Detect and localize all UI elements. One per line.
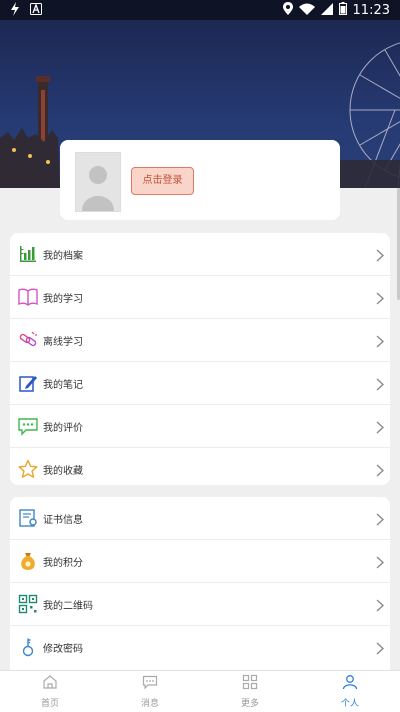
bolt-icon [10, 2, 20, 20]
qr-code-icon [17, 593, 39, 615]
tab-label: 更多 [240, 699, 259, 709]
menu-item-offline-study[interactable]: 离线学习 [10, 319, 390, 362]
profile-card: 点击登录 [60, 140, 340, 220]
avatar[interactable] [75, 152, 121, 212]
star-icon [17, 458, 39, 480]
tab-label: 首页 [40, 699, 59, 709]
battery-icon [338, 2, 347, 19]
chevron-right-icon [376, 640, 385, 659]
status-bar: 11:23 [0, 0, 400, 20]
bottom-tab-bar: 首页 消息 更多 个人 [0, 670, 400, 712]
menu-label: 我的学习 [43, 293, 83, 305]
tab-profile[interactable]: 个人 [300, 671, 400, 712]
book-icon [17, 286, 39, 308]
chevron-right-icon [376, 376, 385, 395]
menu-item-favorites[interactable]: 我的收藏 [10, 448, 390, 485]
menu-group-2: 证书信息 我的积分 我的二维码 修改密码 [10, 497, 390, 677]
menu-group-1: 我的档案 我的学习 离线学习 我的笔记 我的评价 我的收藏 [10, 233, 390, 485]
menu-label: 我的档案 [43, 250, 83, 262]
menu-item-qrcode[interactable]: 我的二维码 [10, 583, 390, 626]
chevron-right-icon [376, 462, 385, 481]
message-icon [142, 674, 158, 694]
menu-label: 离线学习 [43, 336, 83, 348]
menu-item-study[interactable]: 我的学习 [10, 276, 390, 319]
chevron-right-icon [376, 597, 385, 616]
menu-item-points[interactable]: 我的积分 [10, 540, 390, 583]
home-icon [42, 674, 58, 694]
comment-icon [17, 415, 39, 437]
login-button[interactable]: 点击登录 [131, 167, 194, 195]
menu-label: 我的收藏 [43, 465, 83, 477]
bar-chart-icon [17, 243, 39, 265]
menu-item-notes[interactable]: 我的笔记 [10, 362, 390, 405]
menu-item-archive[interactable]: 我的档案 [10, 233, 390, 276]
menu-item-reviews[interactable]: 我的评价 [10, 405, 390, 448]
a-badge-icon [30, 3, 42, 19]
wifi-icon [298, 3, 315, 19]
grid-icon [242, 674, 258, 694]
menu-label: 我的二维码 [43, 600, 93, 612]
status-time: 11:23 [352, 3, 390, 18]
menu-label: 我的笔记 [43, 379, 83, 391]
signal-icon [320, 2, 333, 19]
chevron-right-icon [376, 419, 385, 438]
menu-label: 修改密码 [43, 643, 83, 655]
chevron-right-icon [376, 247, 385, 266]
key-icon [17, 636, 39, 658]
note-edit-icon [17, 372, 39, 394]
chevron-right-icon [376, 554, 385, 573]
tab-label: 消息 [140, 699, 159, 709]
person-icon [342, 674, 358, 694]
chevron-right-icon [376, 290, 385, 309]
money-bag-icon [17, 550, 39, 572]
menu-item-password[interactable]: 修改密码 [10, 626, 390, 668]
menu-label: 证书信息 [43, 514, 83, 526]
tab-messages[interactable]: 消息 [100, 671, 200, 712]
tab-home[interactable]: 首页 [0, 671, 100, 712]
tab-more[interactable]: 更多 [200, 671, 300, 712]
menu-label: 我的积分 [43, 557, 83, 569]
chevron-right-icon [376, 333, 385, 352]
location-icon [282, 2, 293, 19]
tab-label: 个人 [340, 699, 359, 709]
menu-item-certificate[interactable]: 证书信息 [10, 497, 390, 540]
certificate-icon [17, 507, 39, 529]
offline-link-icon [17, 329, 39, 351]
menu-label: 我的评价 [43, 422, 83, 434]
chevron-right-icon [376, 511, 385, 530]
